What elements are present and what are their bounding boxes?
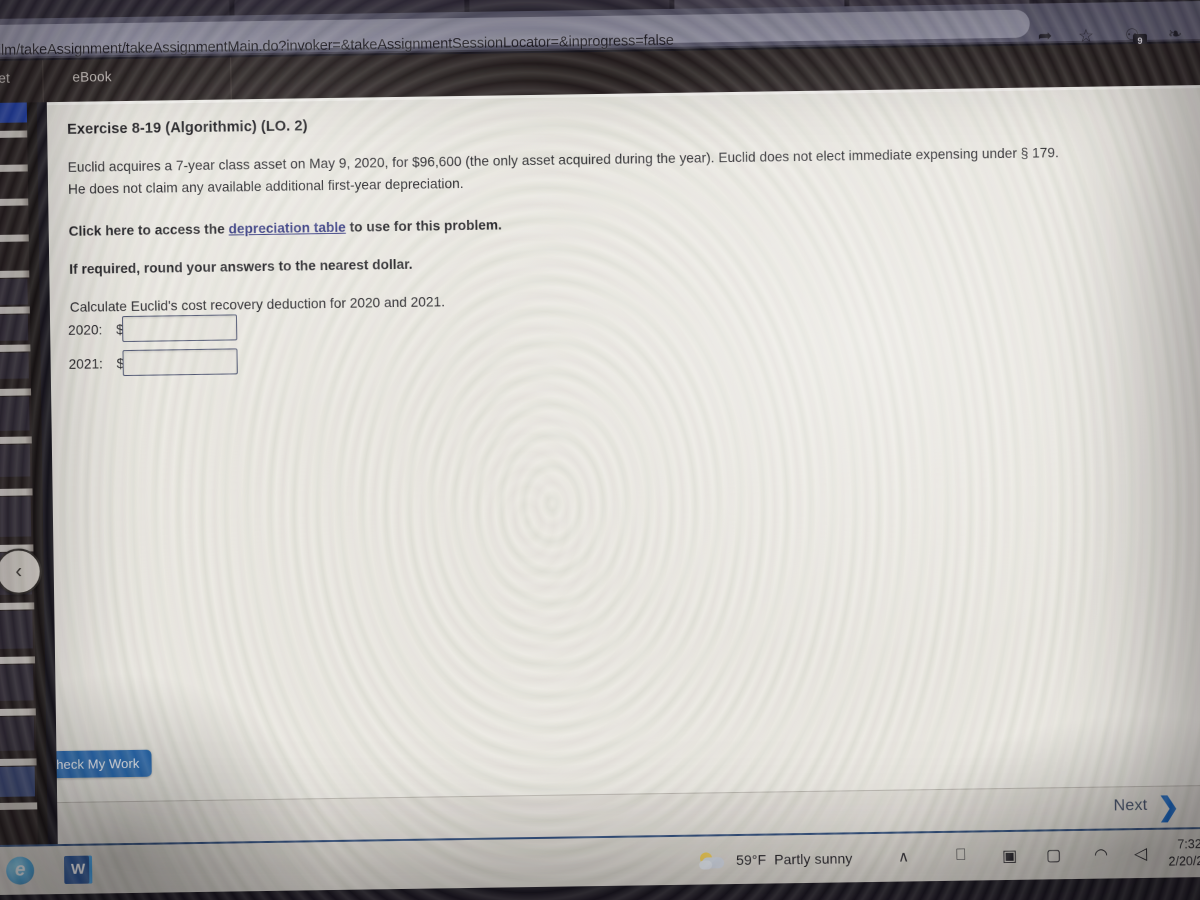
tab-asset[interactable]: sset [0,71,10,86]
sidebar-item[interactable] [0,388,32,397]
sidebar-item[interactable] [0,656,36,665]
answer-label-2020: 2020: [68,322,103,338]
link-suffix-text: to use for this problem. [345,217,502,235]
sidebar-item-block[interactable] [0,314,29,342]
sidebar-item-block[interactable] [0,444,31,478]
sidebar-item-block[interactable] [0,352,29,380]
sidebar-item[interactable] [0,198,29,207]
rounding-instruction: If required, round your answers to the n… [69,256,413,277]
sidebar-item-block[interactable] [0,396,30,432]
tab-ebook[interactable]: eBook [72,69,111,85]
weather-icon[interactable] [698,852,726,870]
sidebar-item[interactable] [0,802,38,811]
taskbar-tray: 59°F Partly sunny ∧ ⎕ ▣ ▢ ◠ ◁ 7:32 PM 2/… [680,829,1200,887]
answer-input-2020[interactable] [121,314,238,343]
exercise-title: Exercise 8-19 (Algorithmic) (LO. 2) [67,118,308,138]
collections-icon[interactable]: ⚇ 9 [1125,25,1148,49]
check-my-work-button[interactable]: Check My Work [46,749,152,779]
sidebar-item[interactable] [0,708,36,717]
volume-icon[interactable]: ◁ [1134,844,1147,864]
sidebar-item[interactable] [0,234,29,243]
next-label: Next [1113,796,1148,815]
cloud-icon-small [699,860,713,870]
word-icon[interactable]: W [63,855,94,886]
monitor-screen: /ilm/takeAssignment/takeAssignmentMain.d… [0,0,1200,900]
puzzle-icon[interactable]: ❧ [1168,24,1183,44]
answer-input-2021[interactable] [122,348,238,377]
sidebar-item[interactable] [0,758,37,767]
left-sidebar [0,102,48,846]
answer-label-2021: 2021: [68,356,104,372]
display-icon[interactable]: ▣ [1002,846,1017,866]
weather-widget[interactable]: 59°F Partly sunny [736,850,853,868]
wifi-icon[interactable]: ◠ [1094,845,1108,865]
assignment-content-panel: Exercise 8-19 (Algorithmic) (LO. 2) Eucl… [46,84,1200,803]
sidebar-item[interactable] [0,164,28,173]
calculation-prompt: Calculate Euclid's cost recovery deducti… [69,294,446,315]
sidebar-item[interactable] [0,344,31,353]
edge-glyph: e [5,856,35,885]
sidebar-item-block[interactable] [0,496,32,538]
word-glyph: W [63,855,93,884]
sidebar-active-indicator [0,102,28,124]
show-hidden-icons-icon[interactable]: ∧ [898,847,909,865]
chevron-right-icon: ❯ [1157,791,1180,822]
sidebar-item[interactable] [0,130,28,139]
sidebar-item-block[interactable] [0,610,33,650]
project-icon[interactable]: ▢ [1046,845,1061,865]
sidebar-item[interactable] [0,602,35,611]
screen-photo: /ilm/takeAssignment/takeAssignmentMain.d… [0,0,1200,900]
taskbar-clock[interactable]: 7:32 PM 2/20/2022 [1168,836,1200,871]
clock-time: 7:32 PM [1177,837,1200,852]
assignment-content-inner: Exercise 8-19 (Algorithmic) (LO. 2) Eucl… [46,88,1200,802]
sidebar-item[interactable] [0,306,30,315]
exercise-body-text: Euclid acquires a 7-year class asset on … [67,145,1059,197]
tab-divider [230,57,232,100]
link-prefix-text: Click here to access the [68,221,229,239]
weather-temperature: 59°F [735,851,767,869]
sidebar-item-block[interactable] [0,278,28,306]
share-icon[interactable]: ➦ [1038,26,1053,46]
taskbar-apps: e W [2,853,93,891]
clock-date: 2/20/2022 [1168,853,1200,869]
sidebar-item[interactable] [0,436,32,445]
camera-icon[interactable]: ⎕ [956,847,966,865]
depreciation-table-link[interactable]: depreciation table [228,220,345,237]
depreciation-table-line: Click here to access the depreciation ta… [69,214,503,242]
sidebar-item[interactable] [0,270,30,279]
edge-icon[interactable]: e [5,856,36,886]
tab-divider [42,60,44,103]
answer-fields: 2020: $ 2021: $ [60,314,238,385]
sidebar-item-block[interactable] [0,766,36,798]
sidebar-item[interactable] [0,488,33,497]
weather-condition: Partly sunny [774,850,853,868]
sidebar-item-block[interactable] [0,664,34,702]
sidebar-item-block[interactable] [0,716,35,752]
